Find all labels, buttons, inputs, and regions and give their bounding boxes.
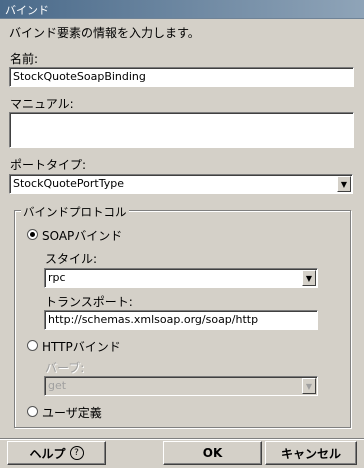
manual-label: マニュアル: [10,97,74,111]
help-button[interactable]: ヘルプ ? [7,441,106,465]
chevron-down-icon[interactable]: ▼ [337,176,351,192]
ok-button-label: OK [202,446,223,460]
transport-label: トランスポート: [45,295,133,309]
http-binding-label: HTTPバインド [42,340,121,354]
user-defined-label: ユーザ定義 [42,406,102,420]
user-defined-radio[interactable] [27,406,38,417]
radio-selected-dot [30,232,35,237]
transport-field[interactable]: http://schemas.xmlsoap.org/soap/http [44,310,318,330]
title-bar[interactable]: バインド [0,0,364,19]
protocol-group-label: バインドプロトコル [21,204,129,220]
manual-field[interactable] [9,112,354,148]
port-type-value: StockQuotePortType [13,177,124,190]
verb-value: get [48,379,67,392]
window-title: バインド [5,4,49,17]
ok-button[interactable]: OK [163,441,262,465]
verb-select[interactable]: get ▼ [44,376,318,396]
style-select[interactable]: rpc ▼ [44,268,318,288]
soap-binding-label: SOAPバインド [42,229,123,243]
style-label: スタイル: [45,252,98,266]
style-value: rpc [48,271,66,284]
help-button-label: ヘルプ [29,446,66,461]
port-type-select[interactable]: StockQuotePortType ▼ [9,174,353,194]
http-binding-radio[interactable] [27,340,38,351]
chevron-down-icon[interactable]: ▼ [302,270,316,286]
instruction-text: バインド要素の情報を入力します。 [9,26,200,40]
soap-binding-radio[interactable] [27,229,38,240]
footer-divider [0,438,364,440]
cancel-button[interactable]: キャンセル [265,441,357,465]
cancel-button-label: キャンセル [280,446,341,461]
name-field[interactable]: StockQuoteSoapBinding [9,67,354,87]
help-icon: ? [69,446,84,460]
port-type-label: ポートタイプ: [10,158,87,172]
verb-label: バーブ: [45,361,85,375]
chevron-down-icon[interactable]: ▼ [302,378,316,394]
name-label: 名前: [10,52,39,66]
